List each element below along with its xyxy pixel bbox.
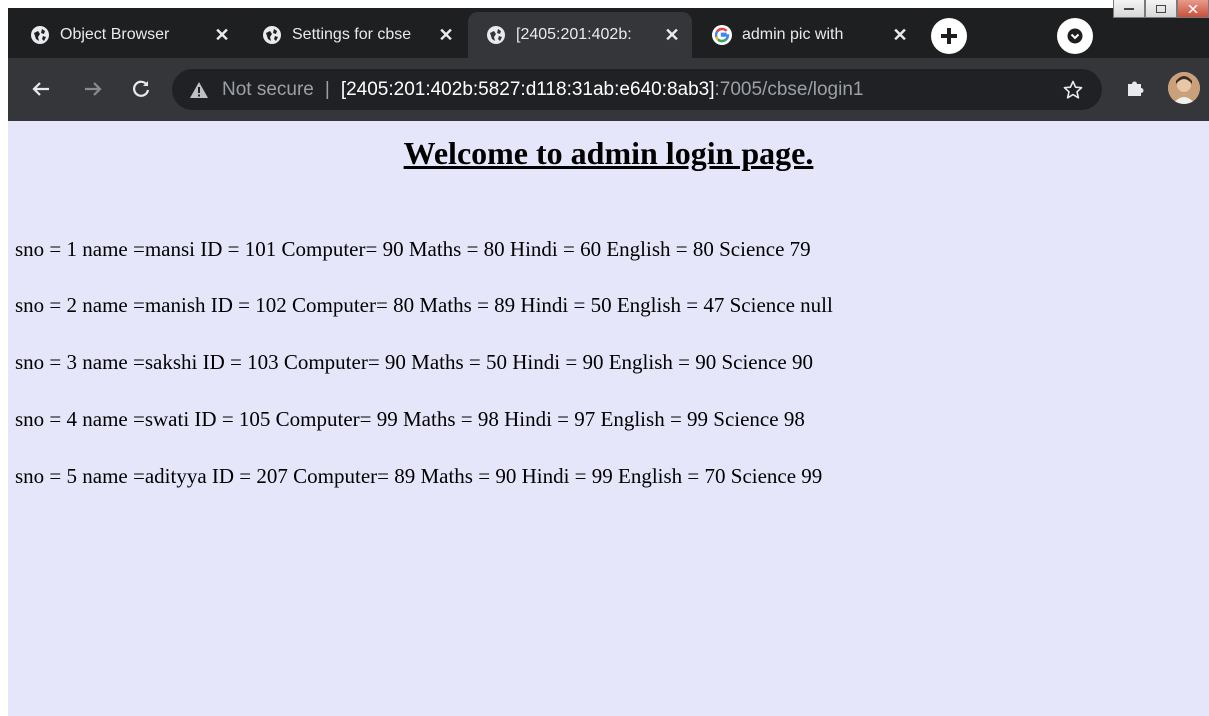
student-record: sno = 4 name =swati ID = 105 Computer= 9… [15,407,805,431]
student-record: sno = 1 name =mansi ID = 101 Computer= 9… [15,237,811,261]
url-divider: | [324,78,330,100]
page-content: Welcome to admin login page. sno = 1 nam… [8,121,1209,716]
minimize-button[interactable] [1113,0,1145,18]
browser-window: Object Browser ✕ Settings for cbse ✕ [24… [8,0,1209,716]
forward-button[interactable] [78,74,108,104]
tab-title: [2405:201:402b: [516,26,656,44]
globe-icon [30,25,50,45]
window-close-icon [1188,4,1198,13]
tab-title: admin pic with [742,26,884,44]
reload-icon [133,80,150,97]
extensions-button[interactable] [1120,73,1150,103]
arrow-left-icon [32,82,49,96]
minimize-icon [1124,7,1134,10]
puzzle-icon [1128,81,1144,96]
tab-object-browser[interactable]: Object Browser ✕ [12,12,242,58]
tab-current-page[interactable]: [2405:201:402b: ✕ [468,12,692,58]
tab-strip: Object Browser ✕ Settings for cbse ✕ [24… [8,0,1209,58]
student-record: sno = 2 name =manish ID = 102 Computer= … [15,293,833,317]
avatar-icon [1168,72,1200,104]
not-secure-label[interactable]: Not secure [222,79,314,101]
maximize-button[interactable] [1145,0,1177,18]
student-record: sno = 3 name =sakshi ID = 103 Computer= … [15,350,813,374]
url-host: [2405:201:402b:5827:d118:31ab:e640:8ab3] [340,78,715,100]
profile-avatar[interactable] [1168,72,1200,104]
bookmark-star-button[interactable] [1058,75,1088,105]
url-path: :7005/cbse/login1 [714,78,864,100]
new-tab-button[interactable] [931,18,967,54]
close-icon[interactable]: ✕ [436,25,456,45]
warning-icon[interactable] [190,81,208,99]
close-icon[interactable]: ✕ [212,25,232,45]
tab-search-button[interactable] [1057,18,1093,54]
google-icon [712,25,732,45]
close-icon[interactable]: ✕ [890,25,910,45]
globe-icon [262,25,282,45]
page-title: Welcome to admin login page. [403,135,814,171]
globe-icon [486,25,506,45]
arrow-right-icon [85,82,102,96]
reload-button[interactable] [126,74,156,104]
student-record: sno = 5 name =adityya ID = 207 Computer=… [15,464,823,488]
tab-admin-pic[interactable]: admin pic with ✕ [694,12,920,58]
close-icon[interactable]: ✕ [662,25,682,45]
star-icon [1063,80,1083,99]
window-close-button[interactable] [1177,0,1209,18]
window-controls [1113,0,1209,20]
tab-title: Settings for cbse [292,26,430,44]
address-bar[interactable]: Not secure | [2405:201:402b:5827:d118:31… [172,69,1102,110]
tab-settings-cbse[interactable]: Settings for cbse ✕ [244,12,466,58]
back-button[interactable] [26,74,56,104]
plus-icon [941,28,957,44]
chevron-down-icon [1067,28,1083,44]
tab-title: Object Browser [60,26,206,44]
browser-toolbar: Not secure | [2405:201:402b:5827:d118:31… [8,58,1209,121]
maximize-icon [1156,4,1166,13]
